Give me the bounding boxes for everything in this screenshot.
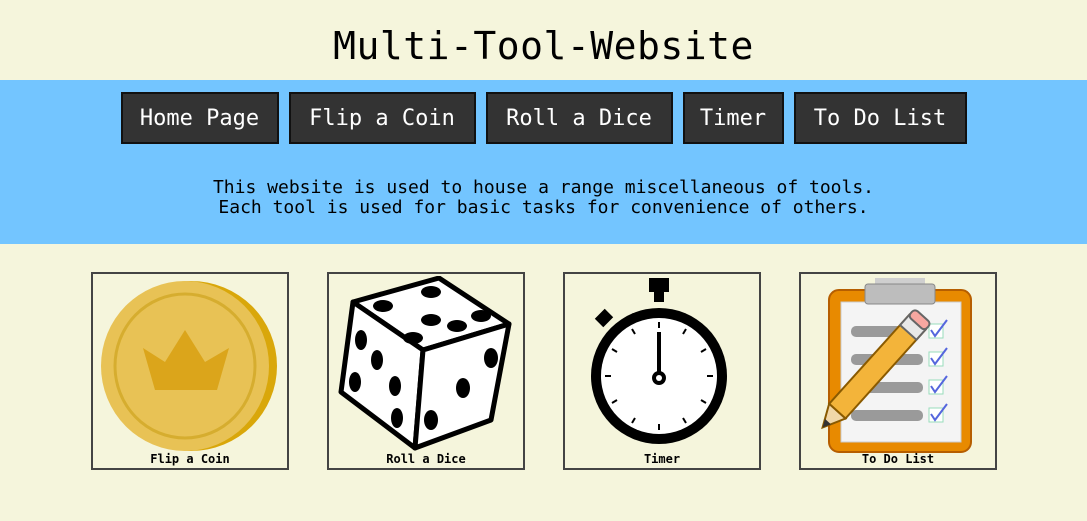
clipboard-icon (821, 278, 972, 453)
tool-card-label: Flip a Coin (150, 452, 230, 466)
page-title: Multi-Tool-Website (333, 24, 754, 68)
nav-flip-a-coin-button[interactable]: Flip a Coin (288, 92, 476, 144)
tool-card-label: To Do List (861, 452, 935, 466)
tool-card-to-do-list[interactable]: To Do List (799, 272, 997, 470)
dice-icon (338, 276, 512, 451)
tool-card-flip-a-coin[interactable]: Flip a Coin (91, 272, 289, 470)
stopwatch-icon (591, 278, 727, 444)
coin-icon (101, 281, 277, 451)
tool-card-timer[interactable]: Timer (563, 272, 761, 470)
header-band: Home Page Flip a Coin Roll a Dice Timer … (0, 80, 1087, 244)
nav-to-do-list-button[interactable]: To Do List (793, 92, 967, 144)
nav-timer-button[interactable]: Timer (682, 92, 784, 144)
tool-card-roll-a-dice[interactable]: Roll a Dice (327, 272, 525, 470)
description-line-1: This website is used to house a range mi… (212, 177, 875, 198)
site-description: This website is used to house a range mi… (0, 178, 1087, 218)
tool-card-label: Timer (643, 452, 681, 466)
tool-card-label: Roll a Dice (386, 452, 466, 466)
nav-home-page-button[interactable]: Home Page (120, 92, 279, 144)
description-line-2: Each tool is used for basic tasks for co… (218, 197, 869, 218)
nav-roll-a-dice-button[interactable]: Roll a Dice (485, 92, 673, 144)
top-nav: Home Page Flip a Coin Roll a Dice Timer … (0, 92, 1087, 144)
